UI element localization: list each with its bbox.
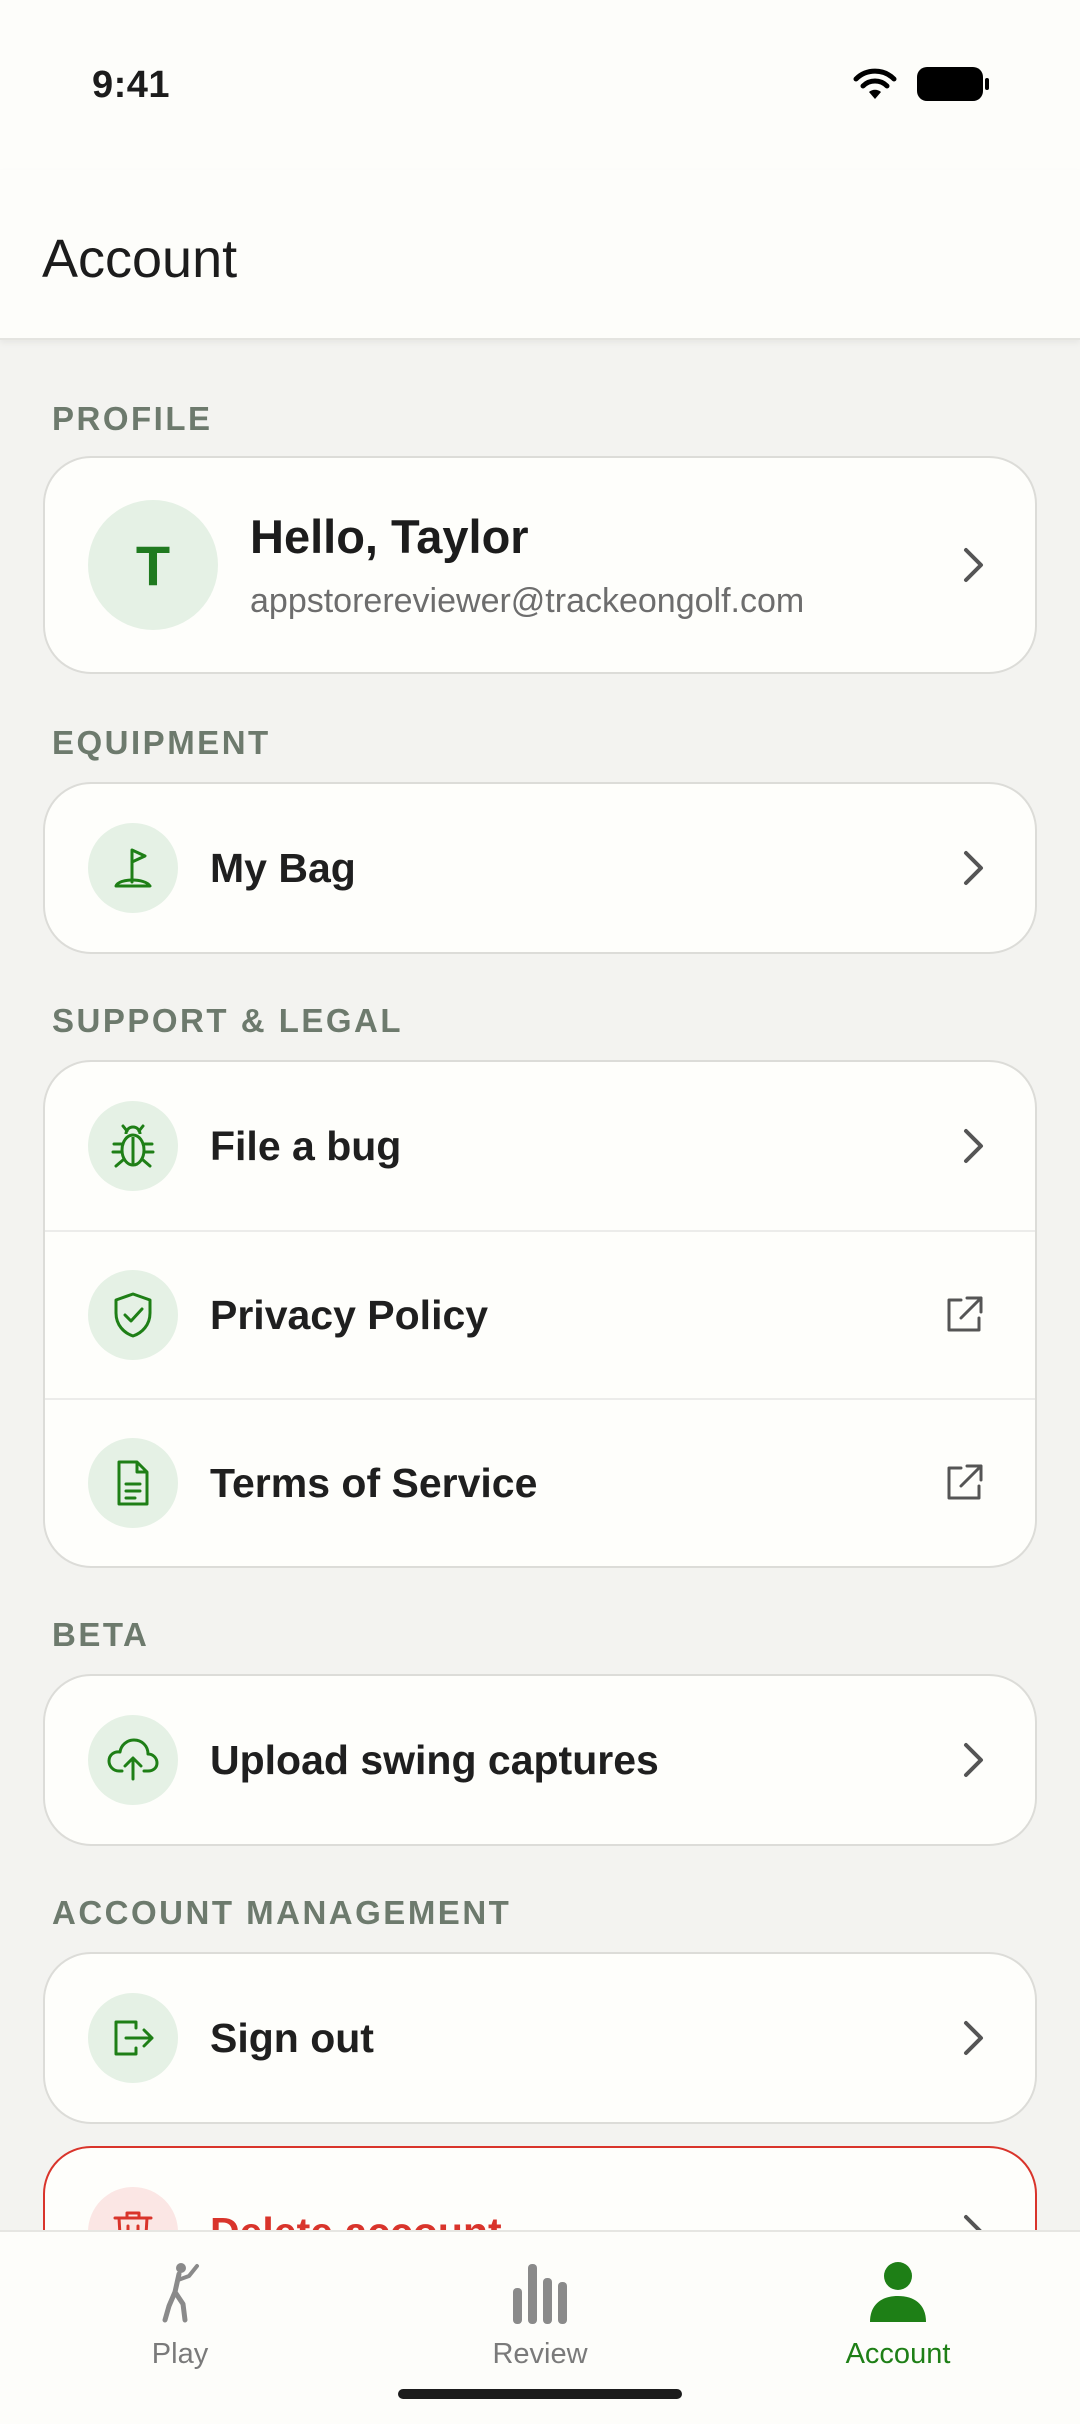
shield-check-icon xyxy=(114,1292,152,1338)
page-title: Account xyxy=(42,229,238,289)
profile-card[interactable]: T Hello, Taylor appstorereviewer@trackeo… xyxy=(43,456,1037,674)
tab-account-label: Account xyxy=(845,2338,951,2370)
chevron-right-icon xyxy=(964,851,983,885)
chevron-right-icon xyxy=(964,1743,983,1777)
file-bug-row[interactable]: File a bug xyxy=(45,1062,1035,1230)
profile-greeting: Hello, Taylor xyxy=(250,510,529,563)
icon-circle xyxy=(88,2187,178,2230)
file-bug-label: File a bug xyxy=(210,1122,402,1169)
profile-row[interactable]: T Hello, Taylor appstorereviewer@trackeo… xyxy=(45,458,1035,672)
my-bag-label: My Bag xyxy=(210,844,356,891)
chevron-right-icon xyxy=(964,2021,983,2055)
icon-circle xyxy=(88,1101,178,1191)
wifi-icon xyxy=(853,68,897,99)
chevron-right-icon xyxy=(964,2215,982,2230)
external-link-icon xyxy=(947,1296,983,1332)
avatar: T xyxy=(88,500,218,630)
profile-text: Hello, Taylor appstorereviewer@trackeong… xyxy=(250,509,804,621)
flag-icon xyxy=(114,848,152,888)
section-title-equipment: EQUIPMENT xyxy=(52,724,271,761)
chevron-right-icon xyxy=(964,1129,983,1163)
section-title-account-management: ACCOUNT MANAGEMENT xyxy=(52,1894,512,1931)
battery-icon xyxy=(917,67,989,101)
terms-of-service-row[interactable]: Terms of Service xyxy=(45,1398,1035,1566)
status-time: 9:41 xyxy=(92,64,171,106)
person-icon xyxy=(798,2252,998,2324)
delete-account-card[interactable]: Delete account xyxy=(43,2146,1037,2230)
equipment-card[interactable]: My Bag xyxy=(43,782,1037,954)
tab-account[interactable]: Account xyxy=(798,2252,998,2371)
status-icons xyxy=(852,66,990,102)
delete-account-row[interactable]: Delete account xyxy=(45,2148,1035,2230)
sign-out-row[interactable]: Sign out xyxy=(45,1954,1035,2122)
trash-icon xyxy=(113,2211,153,2230)
status-bar: 9:41 xyxy=(0,0,1080,170)
privacy-policy-label: Privacy Policy xyxy=(210,1291,489,1338)
tab-play[interactable]: Play xyxy=(80,2252,280,2371)
icon-circle xyxy=(88,1715,178,1805)
sign-out-label: Sign out xyxy=(210,2014,374,2061)
sign-out-icon xyxy=(114,2020,154,2056)
account-content[interactable]: PROFILE T Hello, Taylor appstorereviewer… xyxy=(0,342,1080,2230)
privacy-policy-row[interactable]: Privacy Policy xyxy=(45,1230,1035,1398)
document-icon xyxy=(117,1460,149,1506)
upload-swing-row[interactable]: Upload swing captures xyxy=(45,1676,1035,1844)
external-link-icon xyxy=(947,1464,983,1500)
bug-icon xyxy=(111,1124,155,1168)
icon-circle xyxy=(88,1438,178,1528)
sign-out-card[interactable]: Sign out xyxy=(43,1952,1037,2124)
home-indicator xyxy=(398,2389,682,2399)
tab-review-label: Review xyxy=(492,2338,588,2370)
cloud-upload-icon xyxy=(107,1738,159,1781)
support-card[interactable]: File a bug Privacy Policy Terms of Servi… xyxy=(43,1060,1037,1568)
icon-circle xyxy=(88,823,178,913)
icon-circle xyxy=(88,1270,178,1360)
delete-account-label: Delete account xyxy=(210,2209,502,2231)
my-bag-row[interactable]: My Bag xyxy=(45,784,1035,952)
header: Account xyxy=(0,170,1080,340)
bar-chart-icon xyxy=(440,2252,640,2324)
tab-review[interactable]: Review xyxy=(440,2252,640,2371)
profile-email: appstorereviewer@trackeongolf.com xyxy=(250,582,805,620)
golfer-icon xyxy=(80,2252,280,2324)
tab-play-label: Play xyxy=(151,2338,209,2370)
section-title-beta: BETA xyxy=(52,1616,150,1653)
terms-of-service-label: Terms of Service xyxy=(210,1459,538,1506)
section-title-support: SUPPORT & LEGAL xyxy=(52,1002,404,1039)
section-title-profile: PROFILE xyxy=(52,400,213,437)
chevron-right-icon xyxy=(964,548,983,582)
upload-swing-label: Upload swing captures xyxy=(210,1736,659,1783)
beta-card[interactable]: Upload swing captures xyxy=(43,1674,1037,1846)
icon-circle xyxy=(88,1993,178,2083)
